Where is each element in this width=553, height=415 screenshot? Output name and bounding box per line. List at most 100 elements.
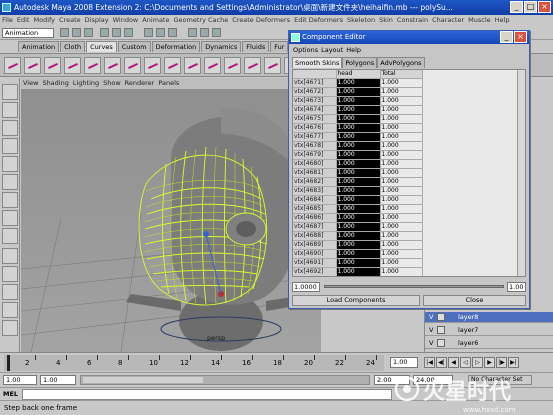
head-weight-cell[interactable]: 1.000	[336, 123, 381, 133]
ce-minimize-button[interactable]: _	[500, 31, 513, 43]
step-back-frame-button[interactable]: ◀	[448, 357, 459, 368]
table-row[interactable]: vtx[4691] 1.000 1.000	[293, 258, 423, 268]
head-weight-cell[interactable]: 1.000	[336, 222, 381, 232]
shelf-tab-fur[interactable]: Fur	[270, 41, 289, 52]
table-vertical-scrollbar[interactable]	[517, 70, 525, 276]
ce-tab-advpolygons[interactable]: AdvPolygons	[377, 57, 425, 68]
curve-tool-icon[interactable]	[44, 57, 61, 74]
snap-curve-icon[interactable]	[156, 28, 165, 37]
table-row[interactable]: vtx[4672] 1.000 1.000	[293, 87, 423, 97]
ce-tab-polygons[interactable]: Polygons	[342, 57, 378, 68]
curve-tool-icon[interactable]	[84, 57, 101, 74]
curve-tool-icon[interactable]	[204, 57, 221, 74]
layer-display-type-box[interactable]	[437, 339, 445, 347]
table-row[interactable]: vtx[4677] 1.000 1.000	[293, 132, 423, 142]
head-weight-cell[interactable]: 1.000	[336, 249, 381, 259]
select-by-object-icon[interactable]	[112, 28, 121, 37]
menu-skin[interactable]: Skin	[377, 15, 395, 26]
select-by-hierarchy-icon[interactable]	[100, 28, 109, 37]
curve-tool-icon[interactable]	[4, 57, 21, 74]
head-weight-cell[interactable]: 1.000	[336, 141, 381, 151]
character-model-view[interactable]	[21, 89, 321, 352]
column-header[interactable]	[293, 70, 337, 79]
menu-modify[interactable]: Modify	[31, 15, 57, 26]
column-header[interactable]: head	[336, 70, 381, 79]
table-row[interactable]: vtx[4685] 1.000 1.000	[293, 204, 423, 214]
soft-mod-tool-icon[interactable]	[2, 210, 18, 226]
head-weight-cell[interactable]: 1.000	[336, 267, 381, 276]
open-scene-icon[interactable]	[72, 28, 81, 37]
curve-tool-icon[interactable]	[144, 57, 161, 74]
play-forwards-button[interactable]: ▷	[472, 357, 483, 368]
menu-skeleton[interactable]: Skeleton	[345, 15, 377, 26]
current-time-indicator[interactable]	[7, 355, 10, 371]
close-button[interactable]: ×	[538, 1, 551, 13]
curve-tool-icon[interactable]	[104, 57, 121, 74]
layer-row[interactable]: Vlayer7	[425, 325, 553, 336]
curve-tool-icon[interactable]	[64, 57, 81, 74]
step-forward-key-button[interactable]: |▶	[496, 357, 507, 368]
menu-create[interactable]: Create	[57, 15, 83, 26]
step-back-key-button[interactable]: ◀|	[436, 357, 447, 368]
table-row[interactable]: vtx[4684] 1.000 1.000	[293, 195, 423, 205]
menu-character[interactable]: Character	[430, 15, 466, 26]
weight-max-field[interactable]: 1.00	[507, 282, 526, 292]
ce-tab-smooth-skins[interactable]: Smooth Skins	[292, 57, 343, 68]
go-to-end-button[interactable]: ▶|	[508, 357, 519, 368]
layer-visibility-toggle[interactable]: V	[429, 325, 433, 335]
head-weight-cell[interactable]: 1.000	[336, 87, 381, 97]
render-icon[interactable]	[188, 28, 197, 37]
head-weight-cell[interactable]: 1.000	[336, 186, 381, 196]
current-frame-field[interactable]: 1.00	[390, 357, 418, 368]
table-row[interactable]: vtx[4671] 1.000 1.000	[293, 78, 423, 88]
layer-row[interactable]: Vlayer8	[425, 312, 553, 323]
head-weight-cell[interactable]: 1.000	[336, 150, 381, 160]
range-bar[interactable]	[80, 375, 370, 385]
table-row[interactable]: vtx[4680] 1.000 1.000	[293, 159, 423, 169]
manipulator-tool-icon[interactable]	[2, 192, 18, 208]
head-weight-cell[interactable]: 1.000	[336, 105, 381, 115]
viewport-menu-lighting[interactable]: Lighting	[71, 79, 101, 87]
select-by-component-icon[interactable]	[124, 28, 133, 37]
head-weight-cell[interactable]: 1.000	[336, 159, 381, 169]
viewport-menu-renderer[interactable]: Renderer	[123, 79, 157, 87]
table-row[interactable]: vtx[4686] 1.000 1.000	[293, 213, 423, 223]
layer-visibility-toggle[interactable]: V	[429, 338, 433, 348]
head-weight-cell[interactable]: 1.000	[336, 78, 381, 88]
menu-display[interactable]: Display	[83, 15, 111, 26]
curve-tool-icon[interactable]	[24, 57, 41, 74]
menu-create-deformers[interactable]: Create Deformers	[230, 15, 292, 26]
menu-help[interactable]: Help	[493, 15, 512, 26]
shelf-tab-dynamics[interactable]: Dynamics	[201, 41, 242, 52]
snap-point-icon[interactable]	[168, 28, 177, 37]
menu-set-select[interactable]: Animation	[2, 28, 54, 38]
mel-label[interactable]: MEL	[3, 390, 18, 398]
snap-grid-icon[interactable]	[144, 28, 153, 37]
hypershade-layout-icon[interactable]	[2, 320, 18, 336]
rotate-tool-icon[interactable]	[2, 156, 18, 172]
select-tool-icon[interactable]	[2, 84, 18, 100]
new-scene-icon[interactable]	[60, 28, 69, 37]
go-to-start-button[interactable]: |◀	[424, 357, 435, 368]
menu-edit[interactable]: Edit	[15, 15, 32, 26]
ce-menu-options[interactable]: Options	[293, 46, 318, 54]
menu-animate[interactable]: Animate	[140, 15, 171, 26]
table-row[interactable]: vtx[4683] 1.000 1.000	[293, 186, 423, 196]
table-row[interactable]: vtx[4678] 1.000 1.000	[293, 141, 423, 151]
playback-start-field[interactable]: 1.00	[40, 375, 76, 385]
shelf-tab-fluids[interactable]: Fluids	[242, 41, 270, 52]
menu-geometry-cache[interactable]: Geometry Cache	[172, 15, 231, 26]
ce-menu-layout[interactable]: Layout	[321, 46, 343, 54]
head-weight-cell[interactable]: 1.000	[336, 213, 381, 223]
layer-display-type-box[interactable]	[437, 313, 445, 321]
menu-edit-deformers[interactable]: Edit Deformers	[292, 15, 345, 26]
column-header[interactable]: Total	[380, 70, 423, 79]
head-weight-cell[interactable]: 1.000	[336, 132, 381, 142]
paint-select-tool-icon[interactable]	[2, 120, 18, 136]
weight-value-field[interactable]: 1.0000	[292, 282, 320, 292]
curve-tool-icon[interactable]	[184, 57, 201, 74]
table-row[interactable]: vtx[4674] 1.000 1.000	[293, 105, 423, 115]
table-row[interactable]: vtx[4688] 1.000 1.000	[293, 231, 423, 241]
save-scene-icon[interactable]	[84, 28, 93, 37]
table-row[interactable]: vtx[4676] 1.000 1.000	[293, 123, 423, 133]
